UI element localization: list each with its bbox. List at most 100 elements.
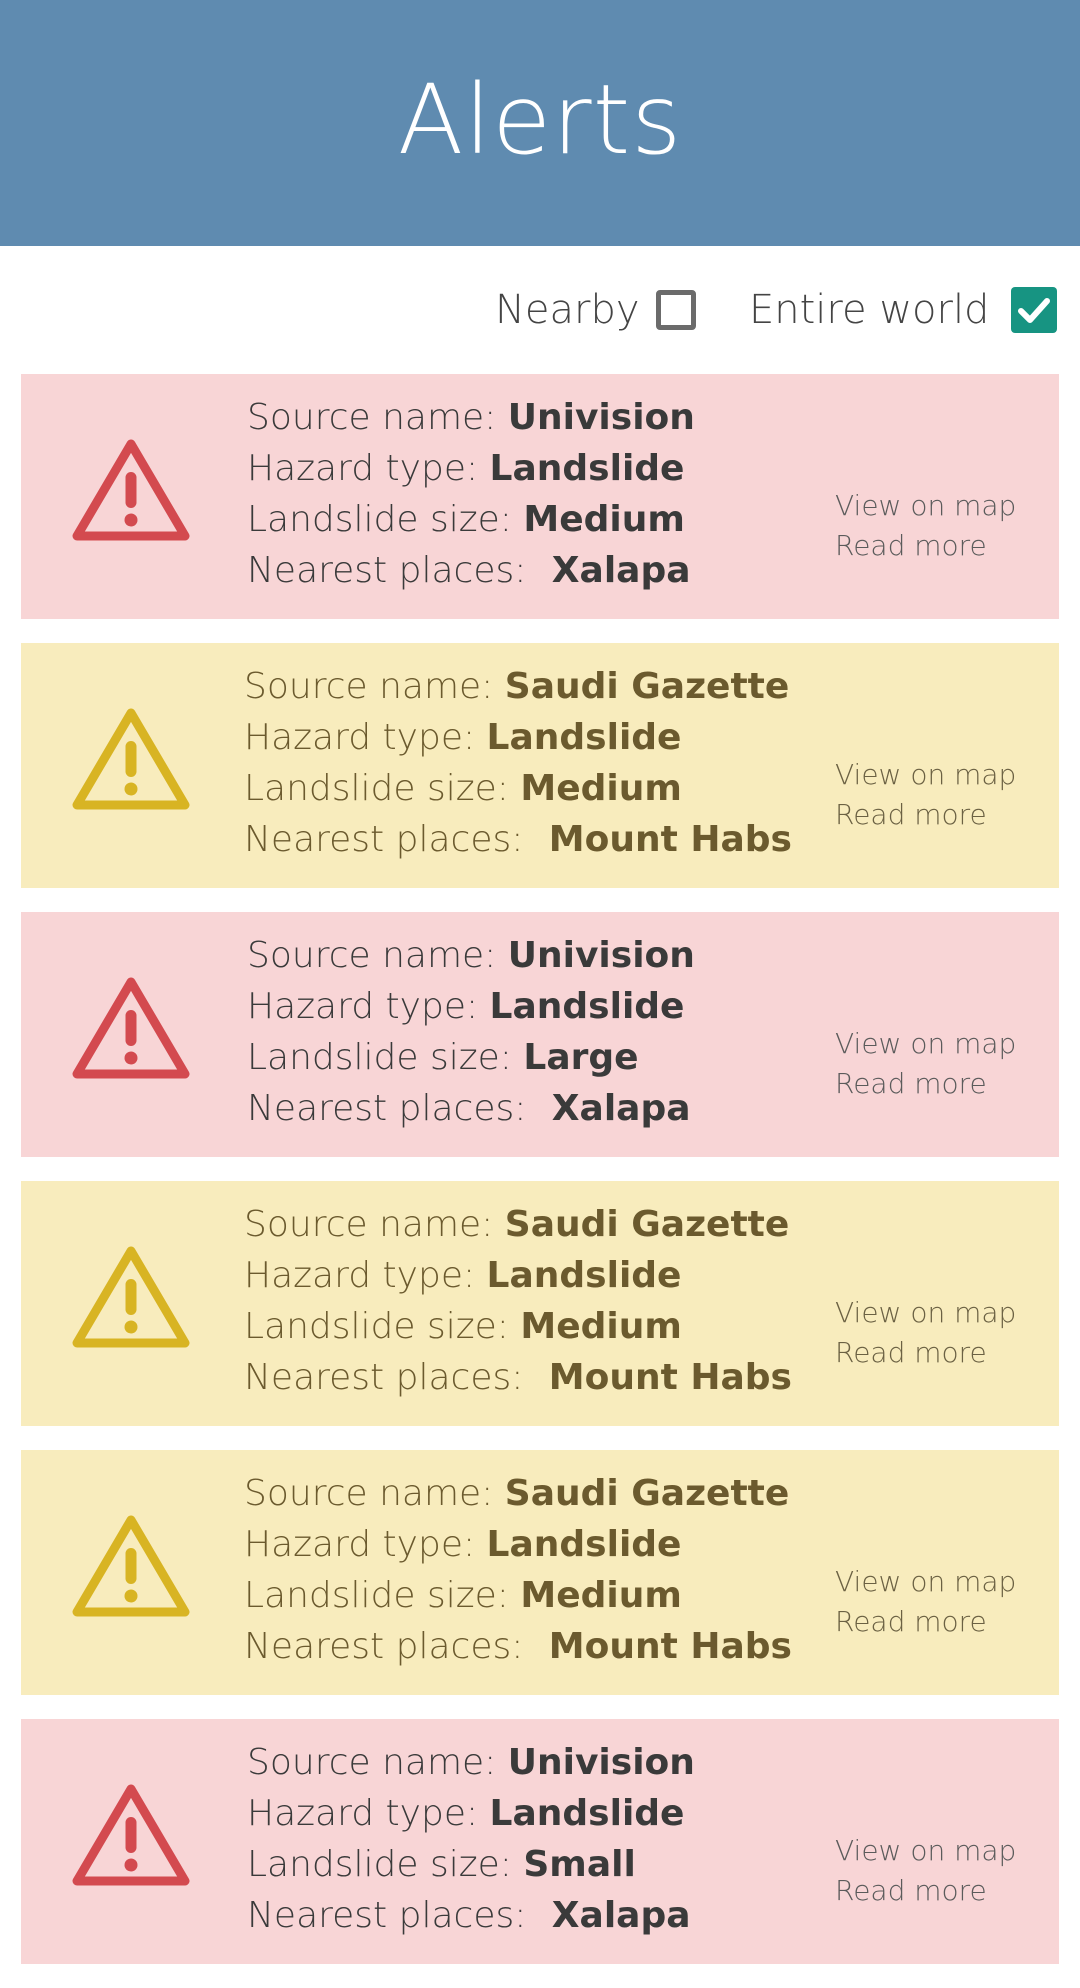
size-row: Landslide size: Medium: [244, 763, 792, 814]
alert-actions: View on map Read more: [835, 1293, 1016, 1373]
hazard-row: Hazard type: Landslide: [247, 443, 695, 494]
view-on-map-link[interactable]: View on map: [835, 1562, 1016, 1602]
size-label: Landslide size:: [247, 1844, 524, 1885]
source-value: Saudi Gazette: [504, 1473, 790, 1514]
alert-details: Source name: Saudi Gazette Hazard type: …: [244, 661, 792, 865]
size-row: Landslide size: Small: [247, 1839, 695, 1890]
places-value: Mount Habs: [548, 1357, 792, 1398]
entire-world-filter[interactable]: Entire world: [749, 246, 1058, 374]
page-title: Alerts: [397, 64, 683, 176]
source-row: Source name: Saudi Gazette: [244, 1468, 792, 1519]
warning-triangle-icon: [72, 708, 190, 810]
places-label: Nearest places:: [244, 1357, 535, 1398]
places-value: Xalapa: [551, 1088, 691, 1129]
nearby-filter[interactable]: Nearby: [495, 246, 696, 374]
places-label: Nearest places:: [247, 1895, 538, 1936]
size-label: Landslide size:: [244, 768, 521, 809]
warning-triangle-icon: [72, 1784, 190, 1886]
hazard-label: Hazard type:: [244, 1255, 487, 1296]
warning-triangle-icon: [72, 439, 190, 541]
alerts-list: Source name: Univision Hazard type: Land…: [21, 374, 1059, 1988]
hazard-label: Hazard type:: [244, 717, 487, 758]
size-value: Medium: [520, 1575, 682, 1616]
read-more-link[interactable]: Read more: [835, 1871, 1016, 1911]
size-value: Small: [523, 1844, 636, 1885]
places-value: Mount Habs: [548, 1626, 792, 1667]
places-row: Nearest places: Mount Habs: [244, 814, 792, 865]
hazard-value: Landslide: [489, 986, 685, 1027]
hazard-row: Hazard type: Landslide: [247, 981, 695, 1032]
source-label: Source name:: [244, 1473, 505, 1514]
source-row: Source name: Saudi Gazette: [244, 661, 792, 712]
filter-bar: Nearby Entire world: [0, 246, 1080, 374]
source-label: Source name:: [244, 666, 505, 707]
view-on-map-link[interactable]: View on map: [835, 1024, 1016, 1064]
view-on-map-link[interactable]: View on map: [835, 755, 1016, 795]
places-row: Nearest places: Xalapa: [247, 545, 695, 596]
places-label: Nearest places:: [244, 819, 535, 860]
warning-triangle-icon: [72, 1246, 190, 1348]
hazard-label: Hazard type:: [247, 1793, 490, 1834]
places-label: Nearest places:: [247, 550, 538, 591]
alert-card: Source name: Univision Hazard type: Land…: [21, 912, 1059, 1157]
warning-triangle-icon: [72, 977, 190, 1079]
alert-card: Source name: Saudi Gazette Hazard type: …: [21, 1450, 1059, 1695]
places-row: Nearest places: Mount Habs: [244, 1621, 792, 1672]
source-value: Saudi Gazette: [504, 666, 790, 707]
read-more-link[interactable]: Read more: [835, 526, 1016, 566]
alert-details: Source name: Saudi Gazette Hazard type: …: [244, 1199, 792, 1403]
hazard-row: Hazard type: Landslide: [247, 1788, 695, 1839]
hazard-value: Landslide: [489, 448, 685, 489]
alert-card: Source name: Univision Hazard type: Land…: [21, 1719, 1059, 1964]
places-value: Mount Habs: [548, 819, 792, 860]
nearby-checkbox[interactable]: [655, 290, 696, 330]
view-on-map-link[interactable]: View on map: [835, 486, 1016, 526]
source-label: Source name:: [247, 935, 508, 976]
read-more-link[interactable]: Read more: [835, 795, 1016, 835]
alert-details: Source name: Saudi Gazette Hazard type: …: [244, 1468, 792, 1672]
source-value: Univision: [507, 935, 695, 976]
entire-world-checkbox[interactable]: [1011, 287, 1058, 333]
alert-details: Source name: Univision Hazard type: Land…: [247, 930, 695, 1134]
read-more-link[interactable]: Read more: [835, 1333, 1016, 1373]
hazard-value: Landslide: [489, 1793, 685, 1834]
hazard-row: Hazard type: Landslide: [244, 1519, 792, 1570]
places-value: Xalapa: [551, 1895, 691, 1936]
hazard-value: Landslide: [486, 1524, 682, 1565]
entire-world-label: Entire world: [749, 287, 990, 333]
source-value: Univision: [507, 1742, 695, 1783]
source-label: Source name:: [244, 1204, 505, 1245]
view-on-map-link[interactable]: View on map: [835, 1831, 1016, 1871]
source-row: Source name: Saudi Gazette: [244, 1199, 792, 1250]
size-label: Landslide size:: [244, 1575, 521, 1616]
size-label: Landslide size:: [244, 1306, 521, 1347]
hazard-value: Landslide: [486, 717, 682, 758]
size-row: Landslide size: Medium: [244, 1301, 792, 1352]
view-on-map-link[interactable]: View on map: [835, 1293, 1016, 1333]
places-label: Nearest places:: [247, 1088, 538, 1129]
warning-triangle-icon: [72, 1515, 190, 1617]
alert-card: Source name: Univision Hazard type: Land…: [21, 374, 1059, 619]
hazard-row: Hazard type: Landslide: [244, 712, 792, 763]
hazard-label: Hazard type:: [247, 986, 490, 1027]
places-row: Nearest places: Xalapa: [247, 1890, 695, 1941]
alert-details: Source name: Univision Hazard type: Land…: [247, 1737, 695, 1941]
read-more-link[interactable]: Read more: [835, 1602, 1016, 1642]
hazard-label: Hazard type:: [244, 1524, 487, 1565]
alert-actions: View on map Read more: [835, 1562, 1016, 1642]
alert-actions: View on map Read more: [835, 1831, 1016, 1911]
source-value: Saudi Gazette: [504, 1204, 790, 1245]
size-row: Landslide size: Large: [247, 1032, 695, 1083]
places-row: Nearest places: Xalapa: [247, 1083, 695, 1134]
alert-actions: View on map Read more: [835, 755, 1016, 835]
source-row: Source name: Univision: [247, 930, 695, 981]
source-label: Source name:: [247, 397, 508, 438]
nearby-label: Nearby: [495, 287, 640, 333]
size-row: Landslide size: Medium: [244, 1570, 792, 1621]
alert-card: Source name: Saudi Gazette Hazard type: …: [21, 1181, 1059, 1426]
read-more-link[interactable]: Read more: [835, 1064, 1016, 1104]
hazard-row: Hazard type: Landslide: [244, 1250, 792, 1301]
source-value: Univision: [507, 397, 695, 438]
size-value: Large: [523, 1037, 639, 1078]
size-label: Landslide size:: [247, 499, 524, 540]
